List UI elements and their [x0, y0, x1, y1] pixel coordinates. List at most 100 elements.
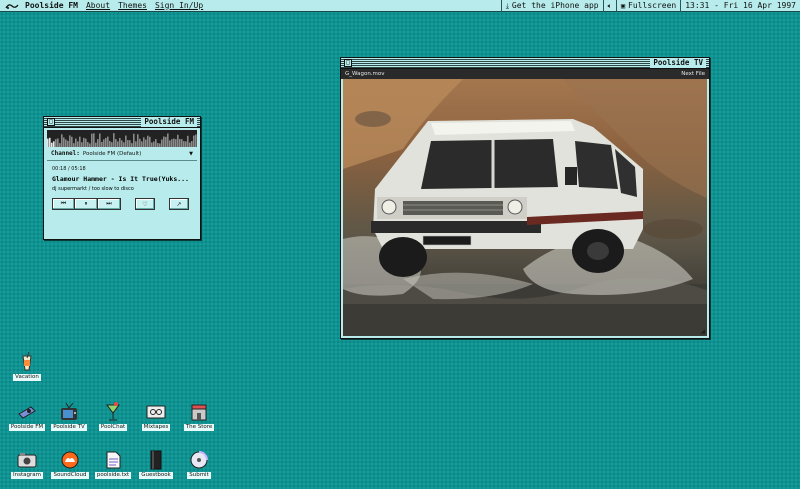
desktop-icon-label: Vacation: [13, 374, 41, 381]
next-file-button[interactable]: Next File: [681, 71, 705, 77]
desktop-icon-mixtapes[interactable]: Mixtapes: [135, 402, 177, 431]
desktop-icon-label: Instagram: [11, 472, 43, 479]
cassette-icon: [146, 402, 166, 422]
pause-icon: ⏸︎: [84, 200, 88, 207]
store-icon: [189, 402, 209, 422]
video-player[interactable]: ◢: [343, 79, 707, 336]
poolside-fm-window: □ Poolside FM Channel: Poolside FM (Defa…: [43, 116, 201, 240]
soundcloud-icon: [60, 450, 80, 470]
waveform-bar: [69, 135, 71, 147]
waveform-bar: [79, 136, 81, 147]
waveform-graphic: [47, 133, 197, 147]
waveform-bar: [53, 141, 55, 147]
waveform-bar: [75, 138, 77, 147]
waveform-bar: [159, 143, 161, 147]
waveform-bar: [113, 133, 115, 147]
waveform-bar: [91, 133, 93, 147]
waveform-bar: [165, 136, 167, 147]
waveform-bar: [103, 139, 105, 147]
desktop-icon-instagram[interactable]: Instagram: [6, 450, 48, 479]
waveform-bar: [51, 142, 53, 147]
waveform-bar: [85, 138, 87, 147]
waveform-bar: [181, 139, 183, 147]
menu-themes[interactable]: Themes: [114, 0, 151, 12]
waveform-bar: [151, 142, 153, 147]
desktop-icon-poolside-fm[interactable]: Poolside FM: [6, 402, 48, 431]
waveform-progress[interactable]: [47, 130, 197, 147]
waveform-bar: [137, 134, 139, 147]
fm-titlebar[interactable]: □ Poolside FM: [44, 117, 200, 128]
waveform-bar: [139, 138, 141, 147]
menu-sign-in[interactable]: Sign In/Up: [151, 0, 207, 12]
waveform-bar: [191, 141, 193, 147]
waveform-bar: [155, 139, 157, 147]
volume-button[interactable]: 🔈︎: [604, 0, 616, 12]
waveform-bar: [67, 140, 69, 147]
desktop-icon-poolside-tv[interactable]: Poolside TV: [48, 402, 90, 431]
desktop-icon-vacation[interactable]: Vacation: [6, 352, 48, 381]
track-artist: dj supermarkt / too slow to disco: [52, 186, 134, 192]
fullscreen-icon: ▣: [620, 1, 626, 10]
like-button[interactable]: ♡: [135, 198, 155, 210]
transport-buttons: ⏮︎ ⏸︎ ⏭︎: [52, 198, 121, 210]
waveform-bar: [101, 141, 103, 147]
desktop-icon-guestbook[interactable]: Guestbook: [135, 450, 177, 479]
get-iphone-app-link[interactable]: ⤓ Get the iPhone app: [502, 0, 603, 12]
waveform-bar: [147, 135, 149, 147]
waveform-bar: [145, 139, 147, 147]
waveform-bar: [97, 139, 99, 147]
waveform-bar: [157, 143, 159, 147]
desktop-icon-poolside-txt[interactable]: poolside.txt: [92, 450, 134, 479]
playback-time: 00:18 / 05:18: [52, 166, 86, 172]
desktop-icon-poolchat[interactable]: PoolChat: [92, 402, 134, 431]
desktop-icon-label: Submit: [187, 472, 211, 479]
text-document-icon: [103, 450, 123, 470]
fullscreen-button[interactable]: ▣ Fullscreen: [617, 0, 680, 12]
waveform-bar: [65, 139, 67, 147]
menu-bar: Poolside FM About Themes Sign In/Up ⤓ Ge…: [0, 0, 800, 12]
resize-grip-icon[interactable]: ◢: [700, 328, 705, 335]
menu-brand[interactable]: Poolside FM: [21, 0, 82, 12]
waveform-bar: [87, 142, 89, 147]
desktop-icon-label: Poolside FM: [8, 424, 46, 431]
waveform-bar: [161, 139, 163, 147]
channel-value: Poolside FM (Default): [82, 150, 142, 157]
waveform-bar: [55, 139, 57, 147]
waveform-bar: [185, 141, 187, 147]
video-frame-graphic: [343, 79, 707, 336]
close-icon[interactable]: □: [47, 118, 55, 126]
waveform-bar: [117, 141, 119, 147]
pause-button[interactable]: ⏸︎: [75, 198, 98, 210]
television-icon: [59, 402, 79, 422]
next-button[interactable]: ⏭︎: [98, 198, 121, 210]
previous-button[interactable]: ⏮︎: [52, 198, 75, 210]
channel-select[interactable]: Channel: Poolside FM (Default) ▼: [47, 147, 197, 161]
download-icon: ⤓: [505, 1, 509, 10]
chevron-down-icon: ▼: [189, 150, 193, 157]
book-icon: [146, 450, 166, 470]
disc-icon: [189, 450, 209, 470]
waveform-bar: [179, 139, 181, 147]
waveform-bar: [89, 143, 91, 147]
waveform-bar: [105, 137, 107, 147]
desktop-icon-soundcloud[interactable]: SoundCloud: [49, 450, 91, 479]
desktop-icon-the-store[interactable]: The Store: [178, 402, 220, 431]
waveform-bar: [47, 138, 49, 147]
waveform-bar: [183, 141, 185, 147]
waveform-bar: [83, 137, 85, 147]
waveform-bar: [95, 142, 97, 147]
speaker-icon: 🔈︎: [607, 1, 612, 10]
desktop-icon-submit[interactable]: Submit: [178, 450, 220, 479]
poolside-logo-icon[interactable]: [3, 1, 21, 11]
waveform-bar: [193, 135, 195, 147]
close-icon[interactable]: □: [344, 59, 352, 67]
desktop-icon-label: poolside.txt: [94, 472, 132, 479]
tv-titlebar[interactable]: □ Poolside TV: [341, 58, 709, 69]
waveform-bar: [153, 141, 155, 147]
desktop-icon-label: SoundCloud: [51, 472, 89, 479]
menu-about[interactable]: About: [82, 0, 114, 12]
desktop-icon-label: PoolChat: [98, 424, 128, 431]
share-button[interactable]: ↗: [169, 198, 189, 210]
waveform-bar: [93, 133, 95, 147]
waveform-bar: [121, 140, 123, 147]
